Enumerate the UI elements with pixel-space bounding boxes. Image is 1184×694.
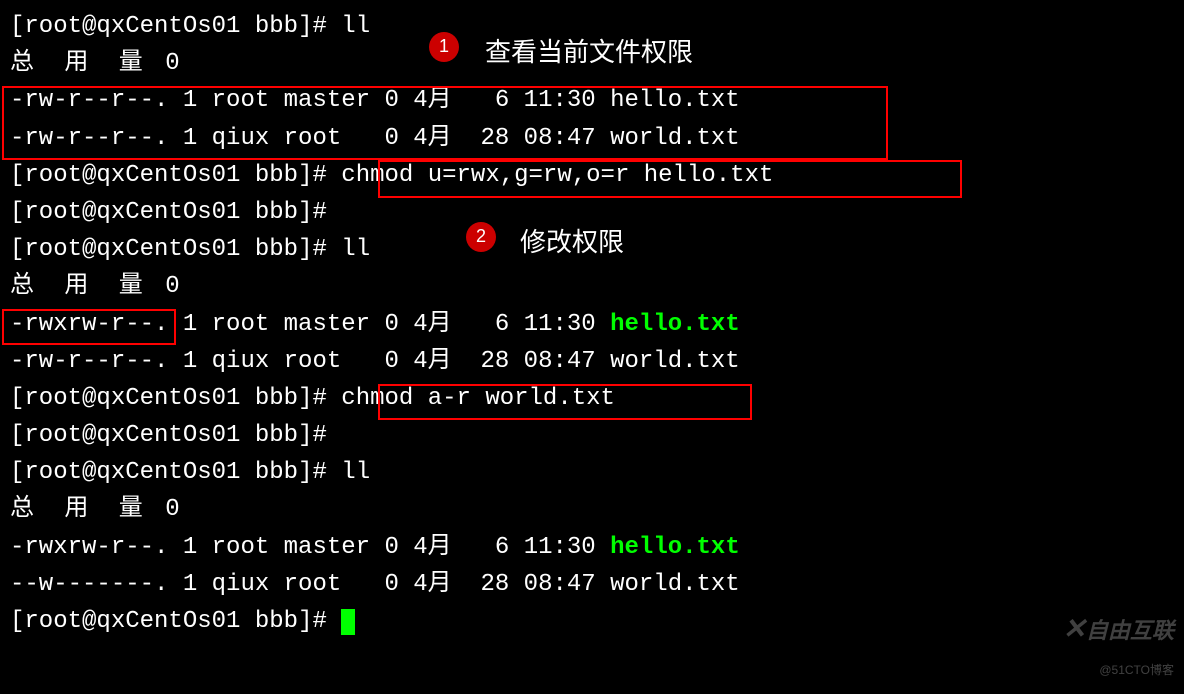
- annotation-text-2: 修改权限: [520, 222, 624, 262]
- watermark-sub: @51CTO博客: [1099, 663, 1174, 677]
- prompt-6: [root@qxCentOs01 bbb]#: [10, 422, 341, 449]
- total-value-3: 0: [165, 496, 179, 523]
- command-chmod-1: chmod u=rwx,g=rw,o=r hello.txt: [341, 162, 773, 189]
- prompt-line-6: [root@qxCentOs01 bbb]#: [10, 417, 1174, 454]
- listing2-hello-rest: 1 root master 0 4月 6 11:30: [168, 311, 610, 338]
- listing1-hello: -rw-r--r--. 1 root master 0 4月 6 11:30 h…: [10, 82, 1174, 119]
- prompt-line-2: [root@qxCentOs01 bbb]# chmod u=rwx,g=rw,…: [10, 157, 1174, 194]
- listing3-hello: -rwxrw-r--. 1 root master 0 4月 6 11:30 h…: [10, 529, 1174, 566]
- command-chmod-2: chmod a-r world.txt: [341, 385, 615, 412]
- listing3-world: --w-------. 1 qiux root 0 4月 28 08:47 wo…: [10, 566, 1174, 603]
- total-label-3: 总 用 量: [10, 496, 151, 523]
- listing2-hello: -rwxrw-r--. 1 root master 0 4月 6 11:30 h…: [10, 306, 1174, 343]
- listing3-hello-name: hello.txt: [610, 534, 740, 561]
- prompt-line-8: [root@qxCentOs01 bbb]#: [10, 603, 1174, 640]
- total-line-2: 总 用 量 0: [10, 268, 1174, 305]
- annotation-badge-2: 2: [466, 222, 496, 252]
- prompt-line-5: [root@qxCentOs01 bbb]# chmod a-r world.t…: [10, 380, 1174, 417]
- total-value-1: 0: [165, 50, 179, 77]
- prompt-8: [root@qxCentOs01 bbb]#: [10, 608, 341, 635]
- prompt-line-7: [root@qxCentOs01 bbb]# ll: [10, 454, 1174, 491]
- watermark-x-icon: ✕: [1063, 613, 1086, 644]
- prompt-4: [root@qxCentOs01 bbb]#: [10, 236, 341, 263]
- listing3-hello-perms: -rwxrw-r--.: [10, 534, 168, 561]
- watermark-main: 自由互联: [1086, 618, 1174, 643]
- prompt-7: [root@qxCentOs01 bbb]#: [10, 459, 341, 486]
- terminal-cursor[interactable]: [341, 609, 355, 635]
- listing3-hello-rest: 1 root master 0 4月 6 11:30: [168, 534, 610, 561]
- prompt-2: [root@qxCentOs01 bbb]#: [10, 162, 341, 189]
- total-value-2: 0: [165, 273, 179, 300]
- command-ll-3: ll: [341, 459, 370, 486]
- total-line-3: 总 用 量 0: [10, 491, 1174, 528]
- total-label-2: 总 用 量: [10, 273, 151, 300]
- listing1-world: -rw-r--r--. 1 qiux root 0 4月 28 08:47 wo…: [10, 120, 1174, 157]
- command-ll-2: ll: [341, 236, 370, 263]
- listing2-world: -rw-r--r--. 1 qiux root 0 4月 28 08:47 wo…: [10, 343, 1174, 380]
- prompt-3: [root@qxCentOs01 bbb]#: [10, 199, 341, 226]
- command-ll-1: ll: [341, 13, 370, 40]
- prompt-1: [root@qxCentOs01 bbb]#: [10, 13, 341, 40]
- watermark: ✕自由互联 @51CTO博客: [1063, 607, 1174, 684]
- total-line-1: 总 用 量 0: [10, 45, 1174, 82]
- listing2-hello-name: hello.txt: [610, 311, 740, 338]
- prompt-5: [root@qxCentOs01 bbb]#: [10, 385, 341, 412]
- total-label-1: 总 用 量: [10, 50, 151, 77]
- listing2-hello-perms: -rwxrw-r--.: [10, 311, 168, 338]
